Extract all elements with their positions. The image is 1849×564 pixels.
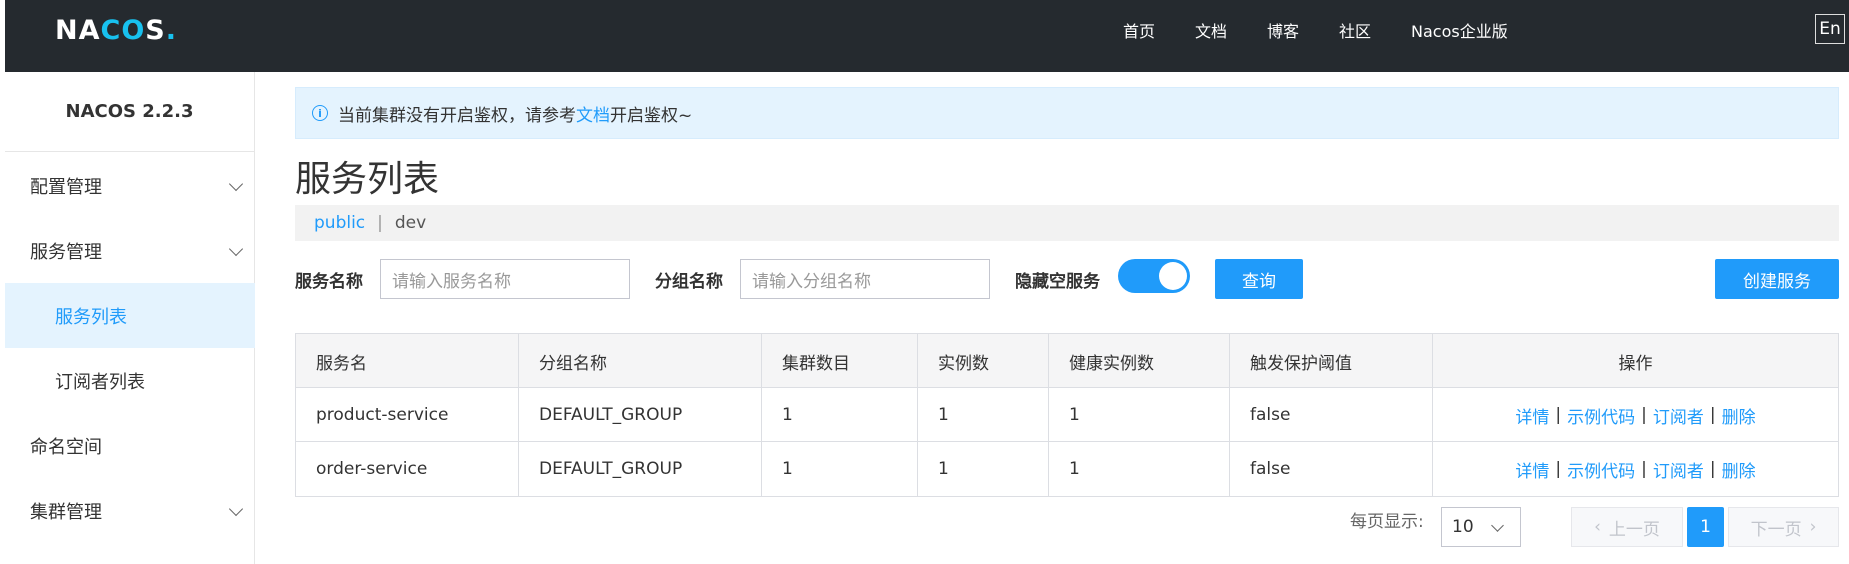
sidebar-item-label: 服务列表 [55,306,127,328]
chevron-down-icon [228,501,244,517]
namespace-bar: public | dev [295,205,1839,241]
next-page-button[interactable]: 下一页 › [1728,507,1839,547]
namespace-public[interactable]: public [314,213,365,233]
sidebar-item-config-management[interactable]: 配置管理 [5,153,255,218]
sidebar-item-service-list[interactable]: 服务列表 [5,283,255,348]
cluster-count-cell: 1 [762,388,918,442]
filter-service-name-label-wrap: 服务名称 [295,259,363,299]
delete-link[interactable]: 删除 [1722,403,1756,428]
page-1-button[interactable]: 1 [1687,507,1724,547]
chevron-down-icon [228,176,244,192]
hide-empty-toggle[interactable] [1118,259,1190,293]
protect-threshold-cell: false [1230,388,1433,442]
column-header: 触发保护阈值 [1230,334,1433,388]
action-separator: | [1555,459,1562,479]
column-header: 操作 [1618,353,1653,374]
toggle-knob [1159,262,1187,290]
service-name-input[interactable]: 请输入服务名称 [380,259,630,299]
sample-code-link[interactable]: 示例代码 [1567,457,1635,482]
nav-home[interactable]: 首页 [1123,18,1155,42]
action-separator: | [1555,405,1562,425]
subscribers-link[interactable]: 订阅者 [1653,457,1704,482]
sidebar-item-label: 配置管理 [30,176,102,198]
sidebar-item-label: 服务管理 [30,241,102,263]
nacos-logo[interactable]: NACOS. [55,12,177,48]
language-switch-button[interactable]: En [1815,14,1845,44]
group-name-cell: DEFAULT_GROUP [519,442,762,496]
sidebar-item-label: 集群管理 [30,501,102,523]
healthy-count-cell: 1 [1049,388,1230,442]
create-service-button[interactable]: 创建服务 [1715,259,1839,299]
nav-community[interactable]: 社区 [1339,18,1371,42]
service-name-cell: product-service [296,388,519,442]
prev-page-button[interactable]: ‹ 上一页 [1571,507,1683,547]
column-header: 健康实例数 [1049,334,1230,388]
detail-link[interactable]: 详情 [1515,403,1549,428]
action-separator: | [1709,405,1716,425]
query-button[interactable]: 查询 [1215,259,1303,299]
sidebar-item-label: 命名空间 [30,436,102,458]
healthy-count-cell: 1 [1049,442,1230,496]
logo-text: NACOS. [55,14,177,46]
next-page-label: 下一页 [1750,519,1802,540]
group-name-label: 分组名称 [655,271,723,292]
filter-group-name-label-wrap: 分组名称 [655,259,723,299]
protect-threshold-cell: false [1230,442,1433,496]
table-row: product-service DEFAULT_GROUP 1 1 1 fals… [296,388,1838,442]
instance-count-cell: 1 [918,388,1049,442]
sidebar: NACOS 2.2.3 配置管理 服务管理 服务列表 订阅者列表 命名空间 集群… [5,72,255,564]
filter-hide-empty-label-wrap: 隐藏空服务 [1015,259,1100,299]
chevron-down-icon [228,241,244,257]
sample-code-link[interactable]: 示例代码 [1567,403,1635,428]
sidebar-item-service-management[interactable]: 服务管理 [5,218,255,283]
table-row: order-service DEFAULT_GROUP 1 1 1 false … [296,442,1838,496]
top-navbar: NACOS. 首页 文档 博客 社区 Nacos企业版 En [5,0,1849,72]
service-name-cell: order-service [296,442,519,496]
actions-cell: 详情 | 示例代码 | 订阅者 | 删除 [1433,388,1838,442]
sidebar-item-namespace[interactable]: 命名空间 [5,413,255,478]
info-icon: i [312,105,328,121]
page-size-select[interactable]: 10 [1441,507,1521,547]
instance-count-cell: 1 [918,442,1049,496]
chevron-right-icon: › [1809,517,1817,537]
chevron-left-icon: ‹ [1594,517,1601,537]
nav-blog[interactable]: 博客 [1267,18,1299,42]
alert-docs-link[interactable]: 文档 [576,101,610,126]
nav-docs[interactable]: 文档 [1195,18,1227,42]
auth-alert: i 当前集群没有开启鉴权，请参考 文档 开启鉴权~ [295,87,1839,139]
prev-page-label: 上一页 [1608,519,1660,540]
per-page-label: 每页显示: [1350,512,1424,532]
table-header-row: 服务名 分组名称 集群数目 实例数 健康实例数 触发保护阈值 操作 [296,334,1838,388]
nav-enterprise[interactable]: Nacos企业版 [1411,18,1508,42]
column-header: 分组名称 [519,334,762,388]
hide-empty-label: 隐藏空服务 [1015,271,1100,292]
sidebar-item-subscriber-list[interactable]: 订阅者列表 [5,348,255,413]
group-name-input[interactable]: 请输入分组名称 [740,259,990,299]
namespace-dev[interactable]: dev [395,213,426,233]
sidebar-item-label: 订阅者列表 [55,371,145,393]
action-separator: | [1641,459,1647,479]
column-header: 实例数 [918,334,1049,388]
action-separator: | [1641,405,1647,425]
sidebar-item-cluster-management[interactable]: 集群管理 [5,478,255,543]
page-title: 服务列表 [295,159,440,200]
action-separator: | [1709,459,1716,479]
cluster-count-cell: 1 [762,442,918,496]
column-header: 服务名 [296,334,519,388]
column-header: 集群数目 [762,334,918,388]
delete-link[interactable]: 删除 [1722,457,1756,482]
detail-link[interactable]: 详情 [1515,457,1549,482]
alert-text-before: 当前集群没有开启鉴权，请参考 [338,105,576,126]
service-table: 服务名 分组名称 集群数目 实例数 健康实例数 触发保护阈值 操作 produc… [295,333,1839,497]
subscribers-link[interactable]: 订阅者 [1653,403,1704,428]
page-size-value: 10 [1452,517,1474,537]
actions-cell: 详情 | 示例代码 | 订阅者 | 删除 [1433,442,1838,496]
group-name-cell: DEFAULT_GROUP [519,388,762,442]
version-label: NACOS 2.2.3 [5,72,254,152]
namespace-separator: | [377,213,383,233]
alert-text-after: 开启鉴权~ [610,105,693,126]
chevron-down-icon [1491,519,1504,532]
service-name-label: 服务名称 [295,271,363,292]
